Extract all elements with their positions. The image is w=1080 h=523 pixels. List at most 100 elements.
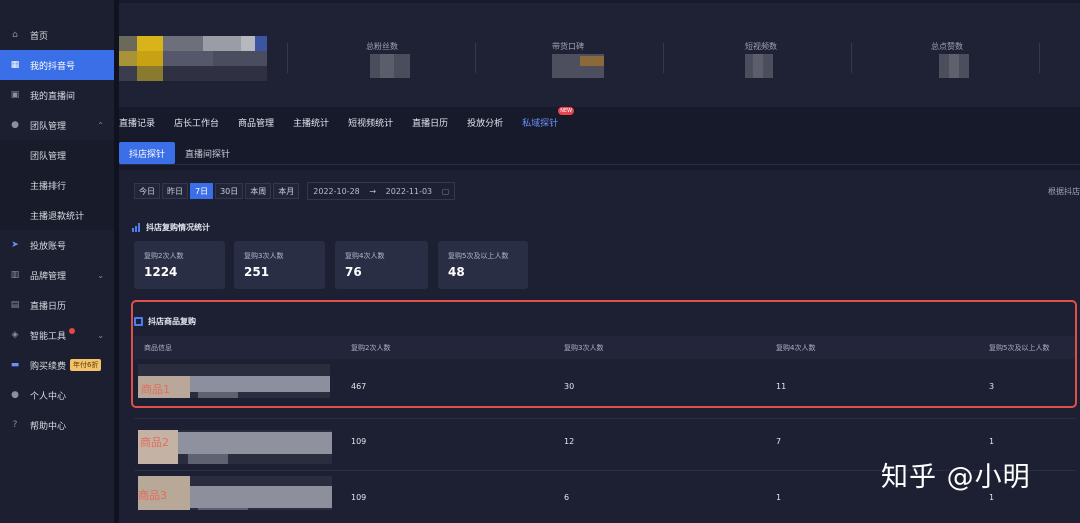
tab-live-records[interactable]: 直播记录 <box>119 116 155 129</box>
card-value: 251 <box>244 265 270 279</box>
row-divider <box>134 418 1076 419</box>
watermark: 知乎 @小明 <box>881 462 1031 493</box>
stat-value-blurred <box>552 54 604 78</box>
sidebar-item-home[interactable]: ⌂ 首页 <box>0 20 114 50</box>
sidebar-item-label: 投放账号 <box>30 241 67 252</box>
date-start: 2022-10-28 <box>313 186 360 196</box>
sidebar-item-label: 购买续费 <box>30 361 67 372</box>
date-today-button[interactable]: 今日 <box>134 183 160 199</box>
date-range-picker[interactable]: 2022-10-28 → 2022-11-03 ▢ <box>307 182 456 200</box>
chevron-down-icon: ⌄ <box>97 270 104 280</box>
product-name: 商品3 <box>138 489 167 502</box>
sidebar-item-help[interactable]: ? 帮助中心 <box>0 410 114 440</box>
table-cell: 109 <box>351 437 367 446</box>
sidebar-item-label: 我的直播间 <box>30 91 76 102</box>
tab-label: 私域探针 <box>522 118 559 129</box>
section-title-text: 抖店复购情况统计 <box>146 223 210 232</box>
highlight-annotation-box <box>131 300 1077 408</box>
repurchase-section-title: 抖店复购情况统计 <box>132 222 210 233</box>
subtab-live-probe[interactable]: 直播间探针 <box>175 142 240 164</box>
product-name: 商品2 <box>140 436 169 449</box>
stat-value-blurred <box>939 54 969 78</box>
home-icon: ⌂ <box>12 30 18 40</box>
tool-icon: ◈ <box>11 330 19 340</box>
tab-private-probe[interactable]: 私域探针 NEW <box>522 106 575 129</box>
card-value: 76 <box>345 265 362 279</box>
tab-video-stats[interactable]: 短视频统计 <box>348 116 393 129</box>
account-header: 总粉丝数 带货口碑 短视频数 总点赞数 <box>119 3 1080 107</box>
help-icon: ? <box>12 420 18 430</box>
send-icon: ➤ <box>11 240 19 250</box>
stat-divider <box>851 43 852 73</box>
sidebar-item-label: 帮助中心 <box>30 421 67 432</box>
stat-label: 总粉丝数 <box>366 42 398 51</box>
date-7d-button[interactable]: 7日 <box>190 183 214 199</box>
card-label: 复购5次及以上人数 <box>448 252 509 260</box>
date-this-week-button[interactable]: 本周 <box>245 183 272 199</box>
sub-tabs: 抖店探针 直播间探针 <box>119 142 240 164</box>
table-cell: 1 <box>776 493 782 502</box>
stat-card-4x: 复购4次人数 76 <box>335 241 428 289</box>
card-value: 1224 <box>144 265 178 279</box>
sidebar-item-smart-tools[interactable]: ◈ 智能工具 ⌄ <box>0 320 114 350</box>
table-cell: 109 <box>351 493 367 502</box>
card-label: 复购2次人数 <box>144 252 184 260</box>
sidebar-subitem-team-manage[interactable]: 团队管理 <box>0 140 114 170</box>
notification-dot <box>69 328 76 334</box>
sidebar-item-label: 主播退款统计 <box>30 211 85 222</box>
sidebar-item-brand[interactable]: ▥ 品牌管理 ⌄ <box>0 260 114 290</box>
sidebar-subitem-refund-stats[interactable]: 主播退款统计 <box>0 200 114 230</box>
subtab-store-probe[interactable]: 抖店探针 <box>119 142 176 164</box>
calendar-icon: ▤ <box>10 300 20 310</box>
stat-label: 总点赞数 <box>931 42 963 51</box>
sidebar-item-live-calendar[interactable]: ▤ 直播日历 <box>0 290 114 320</box>
date-yesterday-button[interactable]: 昨日 <box>162 183 188 199</box>
sidebar-item-label: 品牌管理 <box>30 271 67 282</box>
new-badge: NEW <box>558 106 575 115</box>
user-icon: ● <box>11 390 19 400</box>
sidebar-item-label: 团队管理 <box>30 121 67 132</box>
card-value: 48 <box>448 265 465 279</box>
sidebar-item-renew[interactable]: ▬ 购买续费 年付6折 <box>0 350 114 380</box>
date-30d-button[interactable]: 30日 <box>215 183 244 199</box>
stat-divider <box>475 43 476 73</box>
tab-live-calendar[interactable]: 直播日历 <box>412 116 448 129</box>
bar-chart-icon <box>132 223 140 232</box>
chevron-up-icon: ⌃ <box>97 120 104 130</box>
sidebar-item-label: 直播日历 <box>30 301 67 312</box>
stat-card-5x-plus: 复购5次及以上人数 48 <box>438 241 528 289</box>
tab-manager-workbench[interactable]: 店长工作台 <box>174 116 219 129</box>
sidebar: ⌂ 首页 ▦ 我的抖音号 ▣ 我的直播间 ● 团队管理 ⌃ 团队管理 主播排行 … <box>0 0 114 523</box>
tab-anchor-stats[interactable]: 主播统计 <box>293 116 329 129</box>
table-cell: 1 <box>989 437 995 446</box>
table-cell: 1 <box>989 493 995 502</box>
stat-divider <box>1039 43 1040 73</box>
stat-value-blurred <box>745 54 773 78</box>
tab-product-manage[interactable]: 商品管理 <box>238 116 274 129</box>
grid-icon: ▦ <box>10 60 20 70</box>
table-cell: 7 <box>776 437 782 446</box>
sidebar-item-live-room[interactable]: ▣ 我的直播间 <box>0 80 114 110</box>
tab-ad-analysis[interactable]: 投放分析 <box>467 116 503 129</box>
main-tabs: 直播记录 店长工作台 商品管理 主播统计 短视频统计 直播日历 投放分析 私域探… <box>119 106 577 132</box>
store-link[interactable]: 根据抖店 <box>1048 186 1080 197</box>
subtab-underline <box>119 164 1080 165</box>
stat-value-blurred <box>370 54 410 78</box>
sidebar-item-label: 团队管理 <box>30 151 67 162</box>
sidebar-item-my-douyin[interactable]: ▦ 我的抖音号 <box>0 50 114 80</box>
sidebar-item-ad-account[interactable]: ➤ 投放账号 <box>0 230 114 260</box>
discount-badge: 年付6折 <box>70 359 102 371</box>
calendar-icon: ▢ <box>441 186 450 196</box>
product-image-blurred <box>138 476 332 510</box>
date-this-month-button[interactable]: 本月 <box>273 183 300 199</box>
card-label: 复购4次人数 <box>345 252 385 260</box>
chart-icon: ▥ <box>10 270 20 280</box>
arrow-icon: → <box>369 186 377 196</box>
table-cell: 6 <box>564 493 570 502</box>
sidebar-item-team[interactable]: ● 团队管理 ⌃ <box>0 110 114 140</box>
sidebar-item-profile[interactable]: ● 个人中心 <box>0 380 114 410</box>
sidebar-subitem-anchor-rank[interactable]: 主播排行 <box>0 170 114 200</box>
stat-card-3x: 复购3次人数 251 <box>234 241 325 289</box>
stat-label: 带货口碑 <box>552 42 584 51</box>
sidebar-item-label: 个人中心 <box>30 391 67 402</box>
